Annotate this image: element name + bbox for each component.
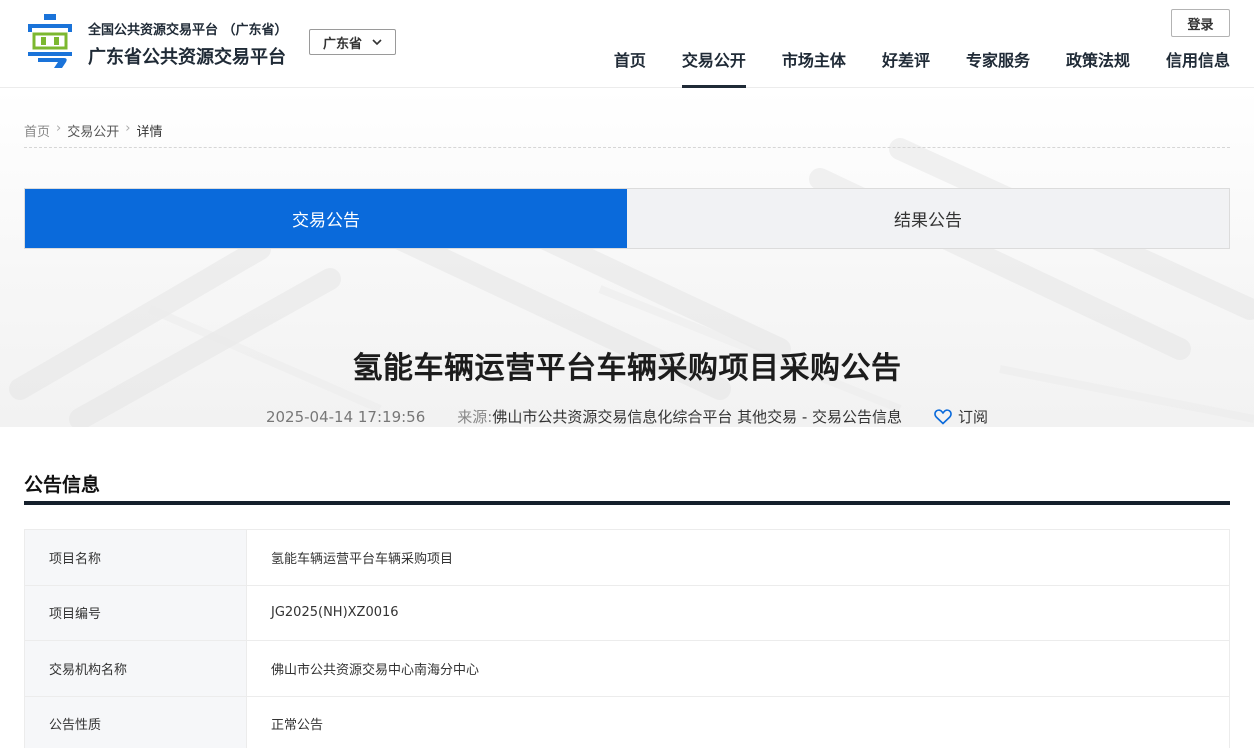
article-meta: 2025-04-14 17:19:56 来源: 佛山市公共资源交易信息化综合平台… xyxy=(0,406,1254,427)
subscribe-label: 订阅 xyxy=(958,408,989,426)
section-heading: 公告信息 xyxy=(24,470,1230,505)
source-text: 佛山市公共资源交易信息化综合平台 其他交易 - 交易公告信息 xyxy=(492,408,903,426)
table-row: 交易机构名称 佛山市公共资源交易中心南海分中心 xyxy=(25,641,1229,697)
site-logo-icon[interactable] xyxy=(24,14,76,70)
site-subtitle: 全国公共资源交易平台 （广东省） xyxy=(88,23,288,38)
table-row: 公告性质 正常公告 xyxy=(25,696,1229,748)
table-row: 项目名称 氢能车辆运营平台车辆采购项目 xyxy=(25,530,1229,586)
table-row: 项目编号 JG2025(NH)XZ0016 xyxy=(25,585,1229,641)
region-select[interactable]: 广东省 xyxy=(309,29,396,55)
tab-trade-notice[interactable]: 交易公告 xyxy=(25,189,627,248)
breadcrumb: 首页 › 交易公开 › 详情 xyxy=(24,121,1230,148)
subscribe-button[interactable]: 订阅 xyxy=(934,406,988,427)
notice-tabs: 交易公告 结果公告 xyxy=(24,188,1230,249)
login-button[interactable]: 登录 xyxy=(1171,9,1230,37)
nav-item-home[interactable]: 首页 xyxy=(614,48,646,88)
main-nav: 首页 交易公开 市场主体 好差评 专家服务 政策法规 信用信息 xyxy=(614,48,1230,88)
table-key: 公告性质 xyxy=(25,696,247,748)
nav-item-policy[interactable]: 政策法规 xyxy=(1066,48,1130,88)
site-header: 全国公共资源交易平台 （广东省） 广东省公共资源交易平台 广东省 登录 首页 交… xyxy=(0,0,1254,88)
breadcrumb-separator-icon: › xyxy=(125,121,131,136)
table-key: 项目名称 xyxy=(25,530,247,585)
publish-time: 2025-04-14 17:19:56 xyxy=(265,407,426,426)
table-value: 氢能车辆运营平台车辆采购项目 xyxy=(271,551,454,567)
tab-result-notice[interactable]: 结果公告 xyxy=(627,189,1229,248)
table-value: 正常公告 xyxy=(271,718,324,734)
nav-item-credit[interactable]: 信用信息 xyxy=(1166,48,1230,88)
table-value: JG2025(NH)XZ0016 xyxy=(271,605,399,621)
nav-item-market-entity[interactable]: 市场主体 xyxy=(782,48,846,88)
source-label: 来源: xyxy=(457,408,493,426)
section-heading-text: 公告信息 xyxy=(24,474,101,496)
table-value: 佛山市公共资源交易中心南海分中心 xyxy=(271,662,480,678)
nav-item-rating[interactable]: 好差评 xyxy=(882,48,930,88)
nav-item-trade-public[interactable]: 交易公开 xyxy=(681,48,746,88)
breadcrumb-current: 详情 xyxy=(136,125,163,140)
nav-item-expert-service[interactable]: 专家服务 xyxy=(966,48,1030,88)
table-key: 项目编号 xyxy=(25,585,247,640)
breadcrumb-separator-icon: › xyxy=(56,121,62,136)
breadcrumb-home[interactable]: 首页 xyxy=(24,121,50,147)
page-title: 氢能车辆运营平台车辆采购项目采购公告 xyxy=(352,351,902,386)
breadcrumb-section[interactable]: 交易公开 xyxy=(67,121,119,147)
chevron-down-icon xyxy=(372,38,382,45)
site-title[interactable]: 广东省公共资源交易平台 xyxy=(88,43,286,69)
table-key: 交易机构名称 xyxy=(25,641,247,696)
notice-info-table: 项目名称 氢能车辆运营平台车辆采购项目 项目编号 JG2025(NH)XZ001… xyxy=(24,529,1230,748)
heart-icon xyxy=(934,408,952,425)
region-select-label: 广东省 xyxy=(322,36,362,52)
